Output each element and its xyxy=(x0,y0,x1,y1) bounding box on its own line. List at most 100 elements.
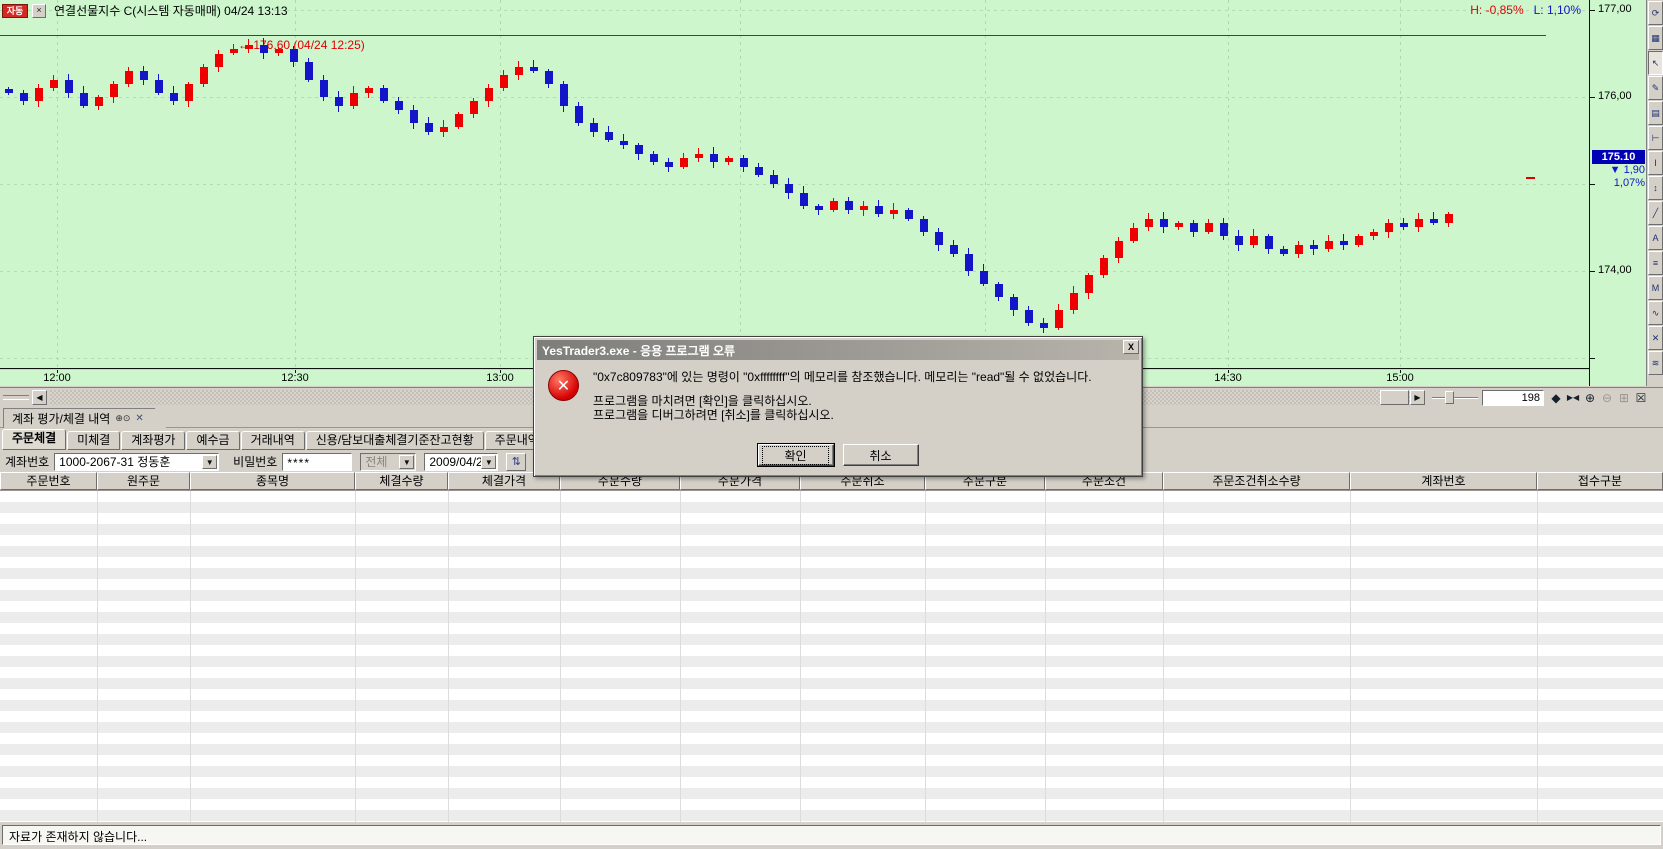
subtab-5[interactable]: 신용/담보대출체결기준잔고현황 xyxy=(306,431,484,450)
chart-plot[interactable]: ← 176,60 (04/24 12:25) 자동 × 연결선물지수 C(시스템… xyxy=(0,0,1589,369)
trendline-tool-icon[interactable]: ╱ xyxy=(1648,201,1663,225)
candle xyxy=(470,101,478,114)
close-pane-icon[interactable]: ☒ xyxy=(1633,390,1649,406)
chevron-down-icon[interactable]: ▼ xyxy=(481,455,496,469)
candle xyxy=(440,127,448,131)
text-tool-icon[interactable]: A xyxy=(1648,226,1663,250)
subtab-0[interactable]: 주문체결 xyxy=(2,429,66,450)
candle xyxy=(395,101,403,110)
candle xyxy=(110,84,118,97)
candle xyxy=(1010,297,1018,310)
subtab-4[interactable]: 거래내역 xyxy=(241,431,305,450)
scroll-right-button[interactable]: ▶ xyxy=(1410,390,1425,405)
grid-column-line xyxy=(355,491,356,822)
candle xyxy=(920,219,928,232)
zoom-slider-track[interactable] xyxy=(1432,397,1478,399)
subtab-2[interactable]: 계좌평가 xyxy=(121,431,185,450)
grid-column-line xyxy=(1163,491,1164,822)
vline-tool-icon[interactable]: ↕ xyxy=(1648,176,1663,200)
zoom-in-icon[interactable]: ⊕ xyxy=(1582,390,1598,406)
grid-header-cell[interactable]: 원주문 xyxy=(97,472,190,490)
date-select[interactable]: 2009/04/26 ▼ xyxy=(424,453,498,471)
dialog-message-line2: 프로그램을 마치려면 [확인]을 클릭하십시오. xyxy=(593,394,1092,408)
candle xyxy=(665,162,673,166)
chart-title-row: 자동 × 연결선물지수 C(시스템 자동매매) 04/24 13:13 xyxy=(2,2,288,19)
grid-toggle-icon[interactable]: ⊞ xyxy=(1616,390,1632,406)
tab-pin-icon[interactable]: ⊕⊙ xyxy=(115,413,130,424)
edit-icon[interactable]: ✎ xyxy=(1648,76,1663,100)
chart-title: 연결선물지수 C(시스템 자동매매) 04/24 13:13 xyxy=(54,2,288,19)
chart-close-icon[interactable]: × xyxy=(32,4,46,18)
query-refresh-button[interactable]: ⇅ xyxy=(506,453,526,471)
candle xyxy=(1085,275,1093,292)
grid-column-line xyxy=(1350,491,1351,822)
oscillator-icon[interactable]: ∿ xyxy=(1648,301,1663,325)
candle xyxy=(620,141,628,145)
grid-header-cell[interactable]: 종목명 xyxy=(190,472,355,490)
ok-button[interactable]: 확인 xyxy=(758,444,834,466)
password-field[interactable]: **** xyxy=(282,453,352,471)
grid-header-cell[interactable]: 접수구분 xyxy=(1537,472,1663,490)
candle xyxy=(1100,258,1108,275)
chart-type-icon[interactable]: ▦ xyxy=(1648,26,1663,50)
candle xyxy=(1355,236,1363,245)
delete-tool-icon[interactable]: ✕ xyxy=(1648,326,1663,350)
password-label: 비밀번호 xyxy=(233,453,277,470)
price-gridline xyxy=(0,271,1589,272)
time-tick-label: 15:00 xyxy=(1386,372,1414,384)
status-bar: 자료가 존재하지 않습니다... xyxy=(0,822,1663,849)
candle xyxy=(725,158,733,162)
candle xyxy=(830,201,838,210)
zoom-slider-handle[interactable] xyxy=(1445,391,1454,404)
indicator-icon[interactable]: ≡ xyxy=(1648,251,1663,275)
tab-close-icon[interactable]: ✕ xyxy=(135,413,143,424)
candle xyxy=(1025,310,1033,323)
grid-header-cell[interactable]: 체결수량 xyxy=(355,472,448,490)
refresh-icon[interactable]: ⟳ xyxy=(1648,1,1663,25)
price-axis[interactable]: 175.10 ▼ 1,90 1,07% 177,00176,00174,00 xyxy=(1589,0,1646,386)
cursor-icon[interactable]: ↖ xyxy=(1648,51,1663,75)
candle xyxy=(380,88,388,101)
candle xyxy=(995,284,1003,297)
splitter-grip[interactable] xyxy=(3,395,29,400)
zoom-out-icon[interactable]: ⊖ xyxy=(1599,390,1615,406)
hline-tool-icon[interactable]: ⊢ xyxy=(1648,126,1663,150)
grid-header-cell[interactable]: 주문번호 xyxy=(0,472,97,490)
candle xyxy=(230,49,238,53)
candle xyxy=(710,154,718,163)
high-low-labels: H: -0,85%L: 1,10% xyxy=(1470,3,1581,17)
scrollbar-thumb[interactable] xyxy=(1380,390,1409,405)
grid-header-cell[interactable]: 주문조건취소수량 xyxy=(1163,472,1350,490)
collapse-horizontal-icon[interactable]: ▶◀ xyxy=(1565,390,1581,406)
candle xyxy=(890,210,898,214)
subtab-3[interactable]: 예수금 xyxy=(186,431,239,450)
dialog-title[interactable]: YesTrader3.exe - 응용 프로그램 오류 xyxy=(537,340,1139,360)
zoom-area-icon[interactable]: ▤ xyxy=(1648,101,1663,125)
grid-body[interactable] xyxy=(0,490,1663,822)
candle xyxy=(1070,293,1078,310)
subtab-1[interactable]: 미체결 xyxy=(67,431,120,450)
candle xyxy=(305,62,313,79)
expand-horizontal-icon[interactable]: ◆ xyxy=(1548,390,1564,406)
grid-column-line xyxy=(97,491,98,822)
volume-icon[interactable]: M xyxy=(1648,276,1663,300)
candle xyxy=(1385,223,1393,232)
candle xyxy=(1145,219,1153,228)
grid-column-line xyxy=(680,491,681,822)
bar-count-input[interactable]: 198 xyxy=(1482,390,1544,406)
account-select[interactable]: 1000-2067-31 정동훈 ▼ xyxy=(54,453,219,471)
chevron-down-icon[interactable]: ▼ xyxy=(202,455,217,469)
account-value: 1000-2067-31 정동훈 xyxy=(59,453,170,470)
wave-tool-icon[interactable]: ≋ xyxy=(1648,351,1663,375)
ibeam-tool-icon[interactable]: I xyxy=(1648,151,1663,175)
candle xyxy=(335,97,343,106)
grid-header-cell[interactable]: 계좌번호 xyxy=(1350,472,1537,490)
dialog-close-button[interactable]: X xyxy=(1123,340,1139,354)
cancel-button[interactable]: 취소 xyxy=(843,444,919,466)
tab-account-eval[interactable]: 계좌 평가/체결 내역 ⊕⊙ ✕ xyxy=(3,408,167,428)
grid-column-line xyxy=(925,491,926,822)
candle xyxy=(815,206,823,210)
candle xyxy=(1295,245,1303,254)
candle xyxy=(845,201,853,210)
scroll-left-button[interactable]: ◀ xyxy=(32,390,47,405)
